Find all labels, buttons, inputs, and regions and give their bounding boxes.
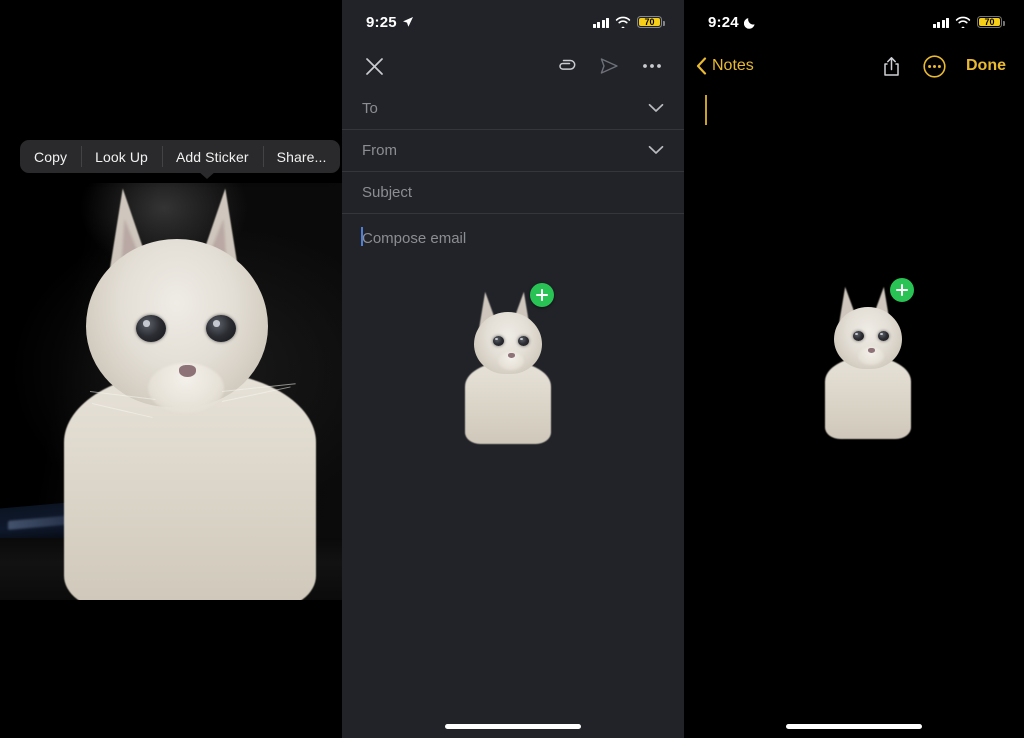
cellular-signal-icon [932, 17, 949, 28]
cellular-signal-icon [592, 17, 609, 28]
chevron-left-icon [696, 57, 707, 75]
battery-icon: 70 [637, 16, 665, 28]
add-plus-badge-icon [530, 283, 554, 307]
status-bar: 9:24 70 [684, 0, 1024, 44]
status-bar-indicators: 70 [592, 16, 665, 28]
send-icon[interactable] [599, 56, 619, 76]
mail-toolbar [342, 44, 684, 88]
notes-panel: 9:24 70 Notes Done [684, 0, 1024, 738]
battery-percent: 70 [644, 16, 655, 27]
status-bar: 9:25 70 [342, 0, 684, 44]
mail-body-field[interactable]: Compose email [342, 214, 684, 248]
context-menu-pointer [198, 171, 216, 179]
more-ellipsis-icon[interactable] [642, 63, 662, 69]
context-menu-item-look-up[interactable]: Look Up [81, 140, 162, 173]
dragged-cat-sticker[interactable] [462, 283, 562, 445]
context-menu-item-copy[interactable]: Copy [20, 140, 81, 173]
cat-subject [44, 185, 342, 600]
from-field[interactable]: From [342, 130, 684, 172]
cat-left-eye [493, 336, 504, 346]
share-icon[interactable] [882, 56, 901, 77]
cat-left-eye [853, 331, 864, 341]
add-plus-badge-icon [890, 278, 914, 302]
cat-sticker-image [822, 285, 914, 445]
battery-icon: 70 [977, 16, 1005, 28]
to-field[interactable]: To [342, 88, 684, 130]
home-indicator [786, 724, 922, 729]
cat-sticker-image [462, 290, 554, 445]
status-bar-time: 9:25 [366, 13, 397, 31]
from-field-label: From [362, 142, 397, 159]
context-menu-item-add-sticker[interactable]: Add Sticker [161, 140, 263, 173]
more-circle-icon[interactable] [923, 54, 946, 78]
three-panel-screenshot: Copy Look Up Add Sticker Share... 9:25 7… [0, 0, 1024, 738]
status-bar-time-group: 9:24 [708, 14, 757, 31]
chevron-down-icon[interactable] [648, 142, 664, 160]
cat-photo[interactable] [0, 183, 342, 600]
back-button-notes[interactable]: Notes [696, 57, 754, 75]
photo-panel: Copy Look Up Add Sticker Share... [0, 0, 342, 738]
home-indicator [445, 724, 581, 729]
dragged-cat-sticker[interactable] [822, 278, 922, 445]
cat-nose [508, 353, 515, 358]
cat-right-eye [206, 315, 236, 342]
mail-body-placeholder: Compose email [362, 230, 467, 247]
battery-percent: 70 [984, 16, 995, 27]
done-button[interactable]: Done [966, 57, 1006, 75]
subject-field-label: Subject [362, 184, 413, 201]
cat-body [825, 357, 911, 439]
crescent-moon-icon [743, 17, 755, 29]
to-field-label: To [362, 100, 378, 117]
wifi-icon [615, 16, 631, 28]
location-arrow-icon [402, 17, 413, 27]
notes-toolbar: Notes Done [684, 44, 1024, 88]
notes-text-caret [705, 95, 707, 125]
close-icon[interactable] [365, 57, 384, 76]
mail-compose-panel: 9:25 70 To From Subject Compose email [342, 0, 684, 738]
status-bar-time-group: 9:25 [366, 14, 414, 31]
back-button-label: Notes [712, 57, 754, 74]
cat-right-eye [878, 331, 889, 341]
status-bar-indicators: 70 [932, 16, 1005, 28]
context-menu-item-share[interactable]: Share... [262, 140, 341, 173]
cat-body [465, 362, 551, 444]
status-bar-time: 9:24 [708, 13, 739, 31]
wifi-icon [955, 16, 971, 28]
cat-nose [868, 348, 875, 353]
cat-nose [179, 365, 196, 377]
context-menu[interactable]: Copy Look Up Add Sticker Share... [20, 140, 341, 173]
cat-left-eye [136, 315, 166, 342]
subject-field[interactable]: Subject [342, 172, 684, 214]
text-caret [361, 227, 363, 246]
cat-right-eye [518, 336, 529, 346]
paperclip-icon[interactable] [556, 56, 576, 76]
chevron-down-icon[interactable] [648, 100, 664, 118]
